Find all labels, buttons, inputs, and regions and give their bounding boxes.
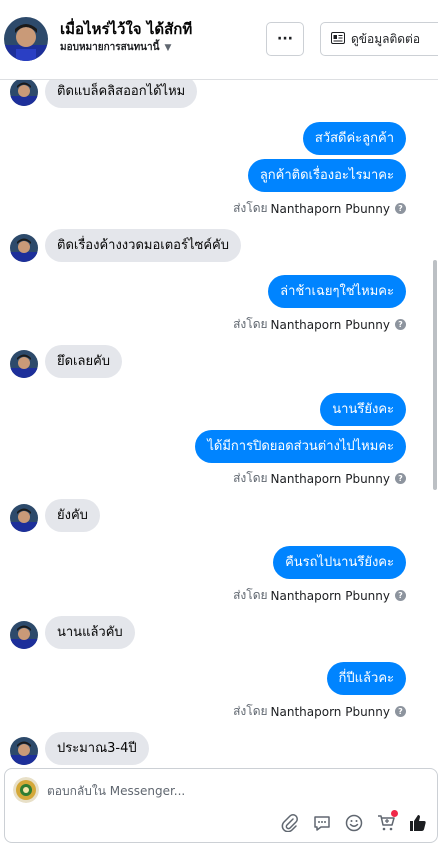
help-icon[interactable]: ? [395, 203, 406, 214]
outgoing-message[interactable]: กี่ปีแล้วคะ [326, 662, 406, 695]
outgoing-message[interactable]: คืนรถไปนานรึยังคะ [273, 546, 406, 579]
help-icon[interactable]: ? [395, 319, 406, 330]
sent-by-prefix: ส่งโดย [233, 471, 268, 485]
sent-by-label: ส่งโดย Nanthaporn Pbunny ? [233, 315, 406, 334]
assign-conversation-dropdown[interactable]: มอบหมายการสนทนานี้ ▼ [60, 40, 171, 55]
sent-by-label: ส่งโดย Nanthaporn Pbunny ? [233, 199, 406, 218]
incoming-message[interactable]: ยังคับ [45, 499, 100, 532]
sent-by-name[interactable]: Nanthaporn Pbunny [271, 705, 390, 719]
thread-scrollbar[interactable] [433, 260, 437, 490]
sent-by-label: ส่งโดย Nanthaporn Pbunny ? [233, 469, 406, 488]
outgoing-message[interactable]: นานรึยังคะ [320, 393, 406, 426]
contact-info-label: ดูข้อมูลติดต่อ [351, 31, 421, 46]
sent-by-label: ส่งโดย Nanthaporn Pbunny ? [233, 586, 406, 605]
incoming-message[interactable]: ติดแบล็คลิสออกได้ไหม [45, 80, 198, 108]
message-thread[interactable]: ติดแบล็คลิสออกได้ไหม สวัสดีค่ะลูกค้า ลูก… [0, 80, 438, 768]
sender-avatar [10, 621, 38, 649]
view-contact-info-button[interactable]: ดูข้อมูลติดต่อ [320, 22, 438, 56]
thumbs-up-icon[interactable] [408, 813, 428, 833]
outgoing-message[interactable]: ได้มีการปิดยอดส่วนต่างไปไหมคะ [195, 430, 406, 463]
outgoing-message[interactable]: สวัสดีค่ะลูกค้า [302, 122, 406, 155]
incoming-message[interactable]: นานแล้วคับ [45, 616, 135, 649]
assign-label: มอบหมายการสนทนานี้ [60, 42, 160, 53]
incoming-message[interactable]: ติดเรื่องค้างงวดมอเตอร์ไซค์คับ [45, 229, 241, 262]
more-options-button[interactable]: ··· [266, 22, 304, 56]
contact-name[interactable]: เมื่อไหร่ไว้ใจ ได้สักที [60, 17, 192, 41]
help-icon[interactable]: ? [395, 590, 406, 601]
sent-by-name[interactable]: Nanthaporn Pbunny [271, 318, 390, 332]
outgoing-message[interactable]: ล่าช้าเฉยๆใช่ไหมคะ [268, 275, 406, 308]
help-icon[interactable]: ? [395, 706, 406, 717]
sender-avatar [10, 737, 38, 765]
reply-composer [4, 768, 438, 843]
sent-by-prefix: ส่งโดย [233, 704, 268, 718]
sent-by-prefix: ส่งโดย [233, 317, 268, 331]
sender-avatar [10, 350, 38, 378]
sender-avatar [10, 504, 38, 532]
paperclip-icon[interactable] [280, 813, 300, 833]
sent-by-name[interactable]: Nanthaporn Pbunny [271, 472, 390, 486]
reply-input[interactable] [47, 781, 347, 801]
help-icon[interactable]: ? [395, 473, 406, 484]
sent-by-prefix: ส่งโดย [233, 588, 268, 602]
sent-by-name[interactable]: Nanthaporn Pbunny [271, 202, 390, 216]
emoji-icon[interactable] [344, 813, 364, 833]
shop-cart-icon[interactable] [376, 810, 398, 833]
sender-avatar [10, 234, 38, 262]
incoming-message[interactable]: ประมาณ3-4ปี [45, 732, 149, 765]
outgoing-message[interactable]: ลูกค้าติดเรื่องอะไรมาคะ [247, 159, 406, 192]
sent-by-name[interactable]: Nanthaporn Pbunny [271, 589, 390, 603]
saved-reply-icon[interactable] [312, 813, 332, 833]
sent-by-label: ส่งโดย Nanthaporn Pbunny ? [233, 702, 406, 721]
caret-down-icon: ▼ [164, 42, 172, 53]
notification-dot [391, 810, 398, 817]
contact-avatar[interactable] [4, 17, 48, 61]
conversation-header: เมื่อไหร่ไว้ใจ ได้สักที มอบหมายการสนทนาน… [0, 0, 438, 80]
sender-avatar [10, 80, 38, 106]
sent-by-prefix: ส่งโดย [233, 201, 268, 215]
page-avatar [13, 777, 39, 803]
contact-card-icon [331, 31, 345, 47]
incoming-message[interactable]: ยึดเลยคับ [45, 345, 123, 378]
